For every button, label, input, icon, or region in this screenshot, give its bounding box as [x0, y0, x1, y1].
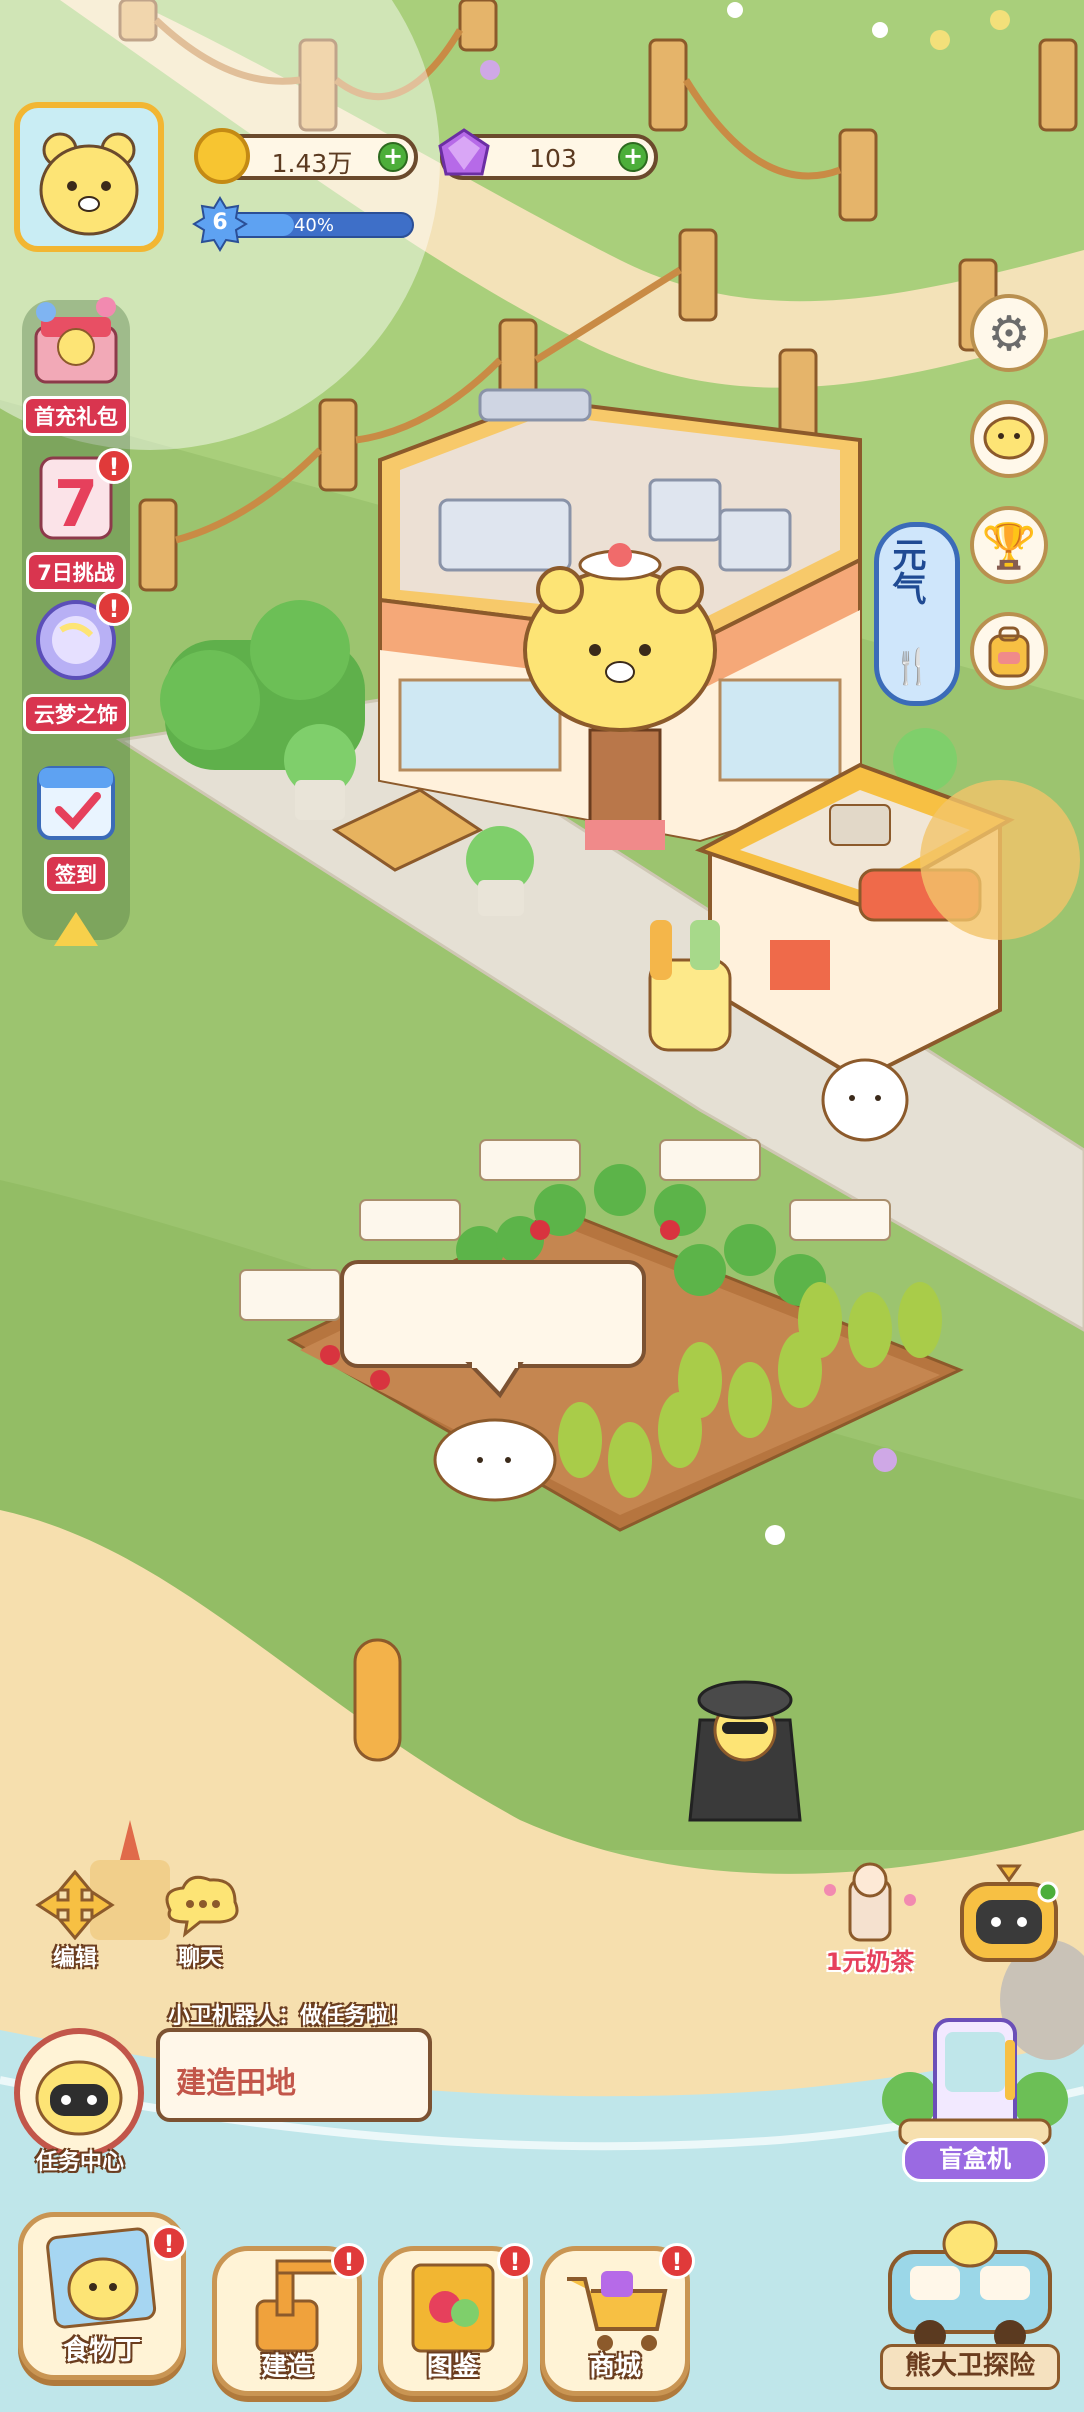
- nav-build-label: 建造: [260, 2352, 313, 2382]
- level-number: 6: [212, 210, 228, 235]
- backpack-icon: [988, 626, 1030, 678]
- gem-amount: 103: [529, 144, 577, 173]
- alert-badge: !: [331, 2243, 367, 2279]
- cloud-dream-accessory-button[interactable]: 云梦之饰 !: [16, 590, 136, 734]
- robot-avatar: [14, 2028, 144, 2158]
- current-task-card[interactable]: 建造田地: [156, 2028, 432, 2122]
- spy-character[interactable]: [688, 1680, 802, 1822]
- milk-tea-icon: [824, 1862, 916, 1942]
- vitality-text: 元气: [886, 537, 926, 605]
- chat-bubble-icon: [983, 416, 1035, 460]
- rice-ball-character[interactable]: [821, 1058, 909, 1142]
- milk-tea-label: 1元奶茶: [825, 1948, 915, 1976]
- spoon-fork-icon: 🍴: [891, 647, 934, 687]
- alert-badge: !: [497, 2243, 533, 2279]
- first-charge-gift-label: 首充礼包: [23, 396, 129, 436]
- sign-in-label: 签到: [44, 854, 108, 894]
- gear-icon: ⚙: [987, 306, 1031, 362]
- calendar-check-icon: [37, 766, 115, 840]
- coin-counter[interactable]: 1.43万 +: [194, 128, 418, 184]
- alert-badge: !: [96, 590, 132, 626]
- speech-cloud-icon: [165, 1875, 239, 1938]
- alert-badge: !: [659, 2243, 695, 2279]
- chat-shortcut-label: 聊天: [177, 1946, 222, 1971]
- coin-icon: [194, 128, 250, 184]
- alert-badge: !: [96, 448, 132, 484]
- first-charge-gift-button[interactable]: 首充礼包: [16, 292, 136, 436]
- player-avatar[interactable]: [14, 102, 164, 252]
- nav-shop-button[interactable]: 商城 !: [540, 2243, 695, 2396]
- blind-box-machine-button[interactable]: 盲盒机: [880, 2010, 1070, 2182]
- task-hint: 小卫机器人：做任务啦！: [168, 2004, 411, 2029]
- bear-restaurant[interactable]: [378, 388, 862, 850]
- level-badge: 6: [192, 196, 248, 252]
- bear-explore-button[interactable]: 熊大卫探险: [870, 2212, 1070, 2392]
- nav-food-button[interactable]: 食物丁 !: [18, 2212, 187, 2380]
- move-arrows-icon: [35, 1869, 115, 1941]
- task-center-label: 任务中心: [35, 2150, 124, 2175]
- nav-collection-button[interactable]: 图鉴 !: [378, 2243, 533, 2396]
- trophy-button[interactable]: 🏆: [970, 506, 1048, 584]
- coin-amount: 1.43万: [271, 149, 353, 178]
- nav-food-label: 食物丁: [62, 2336, 141, 2366]
- robot-tv-icon: [960, 1864, 1059, 1962]
- chat-shortcut-button[interactable]: 聊天: [155, 1870, 245, 1971]
- bear-face-icon: [39, 132, 139, 236]
- breadstick-character[interactable]: [353, 1638, 402, 1762]
- gem-icon: [438, 128, 490, 176]
- trophy-icon: 🏆: [981, 521, 1037, 572]
- svg-text:7: 7: [54, 468, 99, 542]
- bread-character[interactable]: [648, 920, 732, 1052]
- current-task-text: 建造田地: [176, 2066, 296, 2101]
- settings-button[interactable]: ⚙: [970, 294, 1048, 372]
- task-center-button[interactable]: 任务中心: [10, 2026, 150, 2176]
- add-coins-button[interactable]: +: [378, 142, 408, 172]
- alert-badge: !: [151, 2225, 187, 2261]
- robot-tv-button[interactable]: [954, 1862, 1064, 1972]
- seven-day-challenge-button[interactable]: 7 7日挑战 !: [16, 448, 136, 592]
- blind-box-label: 盲盒机: [902, 2138, 1048, 2182]
- vending-machine-icon: [882, 2018, 1068, 2146]
- robot-face-icon: [35, 2060, 123, 2136]
- nav-build-button[interactable]: 建造 !: [212, 2243, 367, 2396]
- collapse-arrow-button[interactable]: [54, 912, 98, 946]
- vitality-sign[interactable]: 元气 🍴: [874, 522, 960, 706]
- backpack-button[interactable]: [970, 612, 1048, 690]
- gem-counter[interactable]: 103 +: [438, 128, 658, 180]
- milk-tea-button[interactable]: 1元奶茶: [810, 1860, 930, 1980]
- nav-collection-label: 图鉴: [426, 2352, 479, 2382]
- sign-in-button[interactable]: 签到: [16, 750, 136, 894]
- edit-button[interactable]: 编辑: [30, 1869, 120, 1971]
- chat-button[interactable]: [970, 400, 1048, 478]
- cauliflower-character[interactable]: [433, 1418, 557, 1502]
- edit-label: 编辑: [52, 1946, 97, 1971]
- gift-shop-icon: [34, 297, 118, 384]
- camper-van-icon: [888, 2220, 1052, 2352]
- bear-explore-label: 熊大卫探险: [880, 2344, 1060, 2390]
- add-gems-button[interactable]: +: [618, 142, 648, 172]
- seven-day-challenge-label: 7日挑战: [26, 552, 126, 592]
- cloud-dream-accessory-label: 云梦之饰: [23, 694, 129, 734]
- nav-shop-label: 商城: [588, 2352, 641, 2382]
